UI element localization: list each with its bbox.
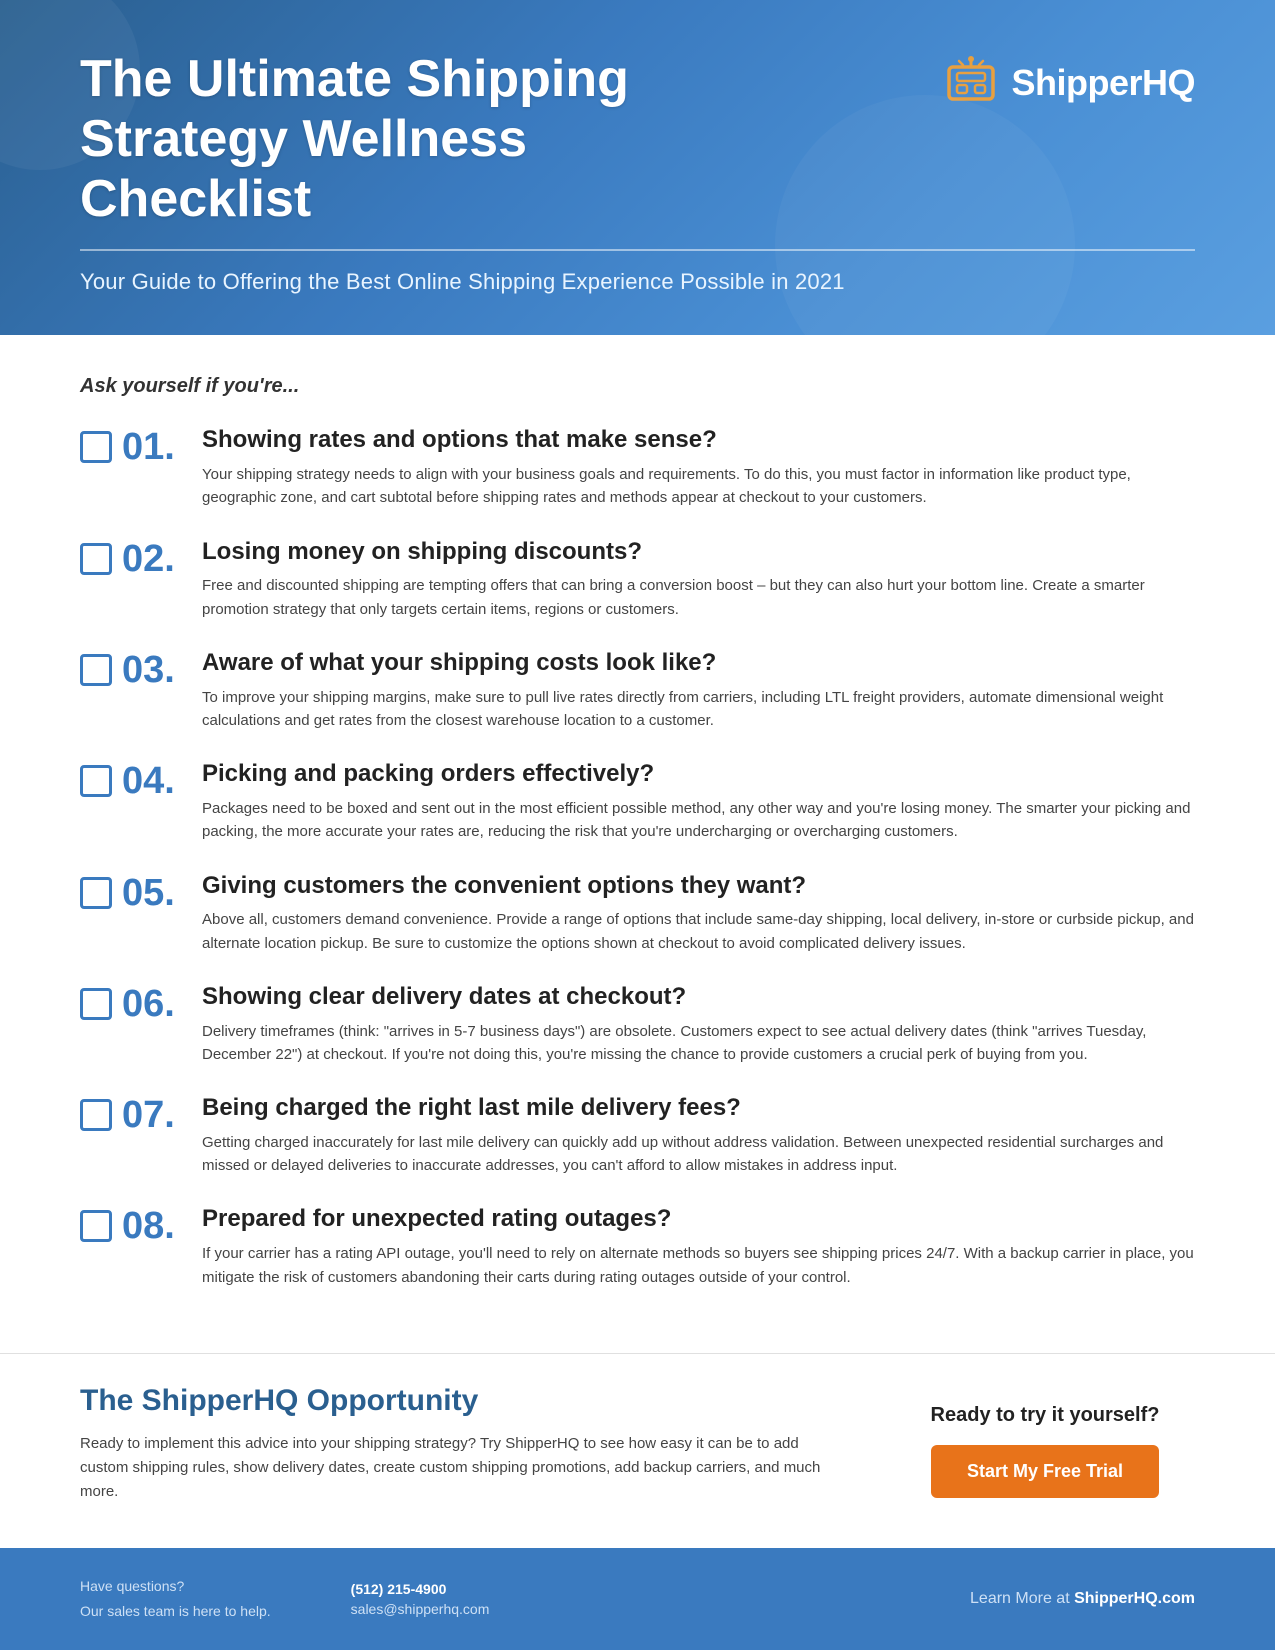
item-title-4: Picking and packing orders effectively? <box>202 760 1195 789</box>
opportunity-title: The ShipperHQ Opportunity <box>80 1384 835 1418</box>
item-number-7: 07. <box>122 1096 182 1134</box>
footer-phone: (512) 215-4900 <box>351 1581 490 1597</box>
item-number-5: 05. <box>122 874 182 912</box>
footer: Have questions? Our sales team is here t… <box>0 1548 1275 1650</box>
checkbox-num-4: 04. <box>80 760 182 800</box>
item-number-1: 01. <box>122 428 182 466</box>
checkbox-3[interactable] <box>80 654 112 686</box>
footer-email: sales@shipperhq.com <box>351 1601 490 1617</box>
ready-label: Ready to try it yourself? <box>931 1404 1160 1427</box>
footer-contact: Have questions? Our sales team is here t… <box>80 1576 271 1622</box>
page: The Ultimate Shipping Strategy Wellness … <box>0 0 1275 1650</box>
start-trial-button[interactable]: Start My Free Trial <box>931 1445 1159 1498</box>
header-subtitle: Your Guide to Offering the Best Online S… <box>80 269 1195 295</box>
item-desc-6: Delivery timeframes (think: "arrives in … <box>202 1020 1195 1067</box>
page-title: The Ultimate Shipping Strategy Wellness … <box>80 50 760 229</box>
checklist-item-4: 04. Picking and packing orders effective… <box>80 760 1195 843</box>
checkbox-num-8: 08. <box>80 1205 182 1245</box>
item-title-1: Showing rates and options that make sens… <box>202 426 1195 455</box>
checkbox-num-7: 07. <box>80 1094 182 1134</box>
checkbox-8[interactable] <box>80 1210 112 1242</box>
checkbox-4[interactable] <box>80 765 112 797</box>
checklist-item-6: 06. Showing clear delivery dates at chec… <box>80 983 1195 1066</box>
item-desc-5: Above all, customers demand convenience.… <box>202 908 1195 955</box>
item-desc-3: To improve your shipping margins, make s… <box>202 686 1195 733</box>
item-title-2: Losing money on shipping discounts? <box>202 538 1195 567</box>
item-number-4: 04. <box>122 762 182 800</box>
checkbox-1[interactable] <box>80 431 112 463</box>
item-title-5: Giving customers the convenient options … <box>202 872 1195 901</box>
checkbox-2[interactable] <box>80 543 112 575</box>
opportunity-left: The ShipperHQ Opportunity Ready to imple… <box>80 1384 835 1504</box>
item-number-6: 06. <box>122 985 182 1023</box>
logo-area: ShipperHQ <box>943 50 1195 111</box>
item-number-8: 08. <box>122 1207 182 1245</box>
item-title-6: Showing clear delivery dates at checkout… <box>202 983 1195 1012</box>
item-desc-4: Packages need to be boxed and sent out i… <box>202 797 1195 844</box>
item-desc-7: Getting charged inaccurately for last mi… <box>202 1131 1195 1178</box>
item-desc-2: Free and discounted shipping are temptin… <box>202 574 1195 621</box>
item-title-7: Being charged the right last mile delive… <box>202 1094 1195 1123</box>
footer-contact-line2: Our sales team is here to help. <box>80 1601 271 1622</box>
item-content-2: Losing money on shipping discounts? Free… <box>202 538 1195 621</box>
checkbox-num-2: 02. <box>80 538 182 578</box>
footer-left: Have questions? Our sales team is here t… <box>80 1576 489 1622</box>
opportunity-inner: The ShipperHQ Opportunity Ready to imple… <box>80 1384 1195 1518</box>
checkbox-num-3: 03. <box>80 649 182 689</box>
item-content-1: Showing rates and options that make sens… <box>202 426 1195 509</box>
item-content-7: Being charged the right last mile delive… <box>202 1094 1195 1177</box>
item-content-4: Picking and packing orders effectively? … <box>202 760 1195 843</box>
item-title-8: Prepared for unexpected rating outages? <box>202 1205 1195 1234</box>
item-content-3: Aware of what your shipping costs look l… <box>202 649 1195 732</box>
opportunity-right: Ready to try it yourself? Start My Free … <box>895 1384 1195 1518</box>
checklist-item-2: 02. Losing money on shipping discounts? … <box>80 538 1195 621</box>
header-top: The Ultimate Shipping Strategy Wellness … <box>80 50 1195 229</box>
main-content: Ask yourself if you're... 01. Showing ra… <box>0 335 1275 1353</box>
ask-label: Ask yourself if you're... <box>80 375 1195 398</box>
checklist-item-3: 03. Aware of what your shipping costs lo… <box>80 649 1195 732</box>
checklist-item-8: 08. Prepared for unexpected rating outag… <box>80 1205 1195 1288</box>
item-number-2: 02. <box>122 540 182 578</box>
checklist-container: 01. Showing rates and options that make … <box>80 426 1195 1288</box>
checkbox-num-5: 05. <box>80 872 182 912</box>
item-content-6: Showing clear delivery dates at checkout… <box>202 983 1195 1066</box>
item-number-3: 03. <box>122 651 182 689</box>
footer-learn-more-text: Learn More at <box>970 1590 1074 1607</box>
item-desc-1: Your shipping strategy needs to align wi… <box>202 463 1195 510</box>
item-content-5: Giving customers the convenient options … <box>202 872 1195 955</box>
header-divider <box>80 249 1195 251</box>
opportunity-section: The ShipperHQ Opportunity Ready to imple… <box>0 1353 1275 1548</box>
checklist-item-5: 05. Giving customers the convenient opti… <box>80 872 1195 955</box>
opportunity-desc: Ready to implement this advice into your… <box>80 1432 835 1504</box>
header-section: The Ultimate Shipping Strategy Wellness … <box>0 0 1275 335</box>
footer-phone-col: (512) 215-4900 sales@shipperhq.com <box>351 1581 490 1617</box>
checkbox-num-1: 01. <box>80 426 182 466</box>
item-content-8: Prepared for unexpected rating outages? … <box>202 1205 1195 1288</box>
checkbox-6[interactable] <box>80 988 112 1020</box>
item-title-3: Aware of what your shipping costs look l… <box>202 649 1195 678</box>
footer-brand: ShipperHQ.com <box>1074 1590 1195 1607</box>
footer-contact-line1: Have questions? <box>80 1576 271 1597</box>
shipperhq-logo-icon <box>943 55 999 111</box>
item-desc-8: If your carrier has a rating API outage,… <box>202 1242 1195 1289</box>
checkbox-7[interactable] <box>80 1099 112 1131</box>
checkbox-num-6: 06. <box>80 983 182 1023</box>
footer-learn-more: Learn More at ShipperHQ.com <box>970 1590 1195 1608</box>
checkbox-5[interactable] <box>80 877 112 909</box>
logo-text: ShipperHQ <box>1011 62 1195 104</box>
checklist-item-1: 01. Showing rates and options that make … <box>80 426 1195 509</box>
checklist-item-7: 07. Being charged the right last mile de… <box>80 1094 1195 1177</box>
